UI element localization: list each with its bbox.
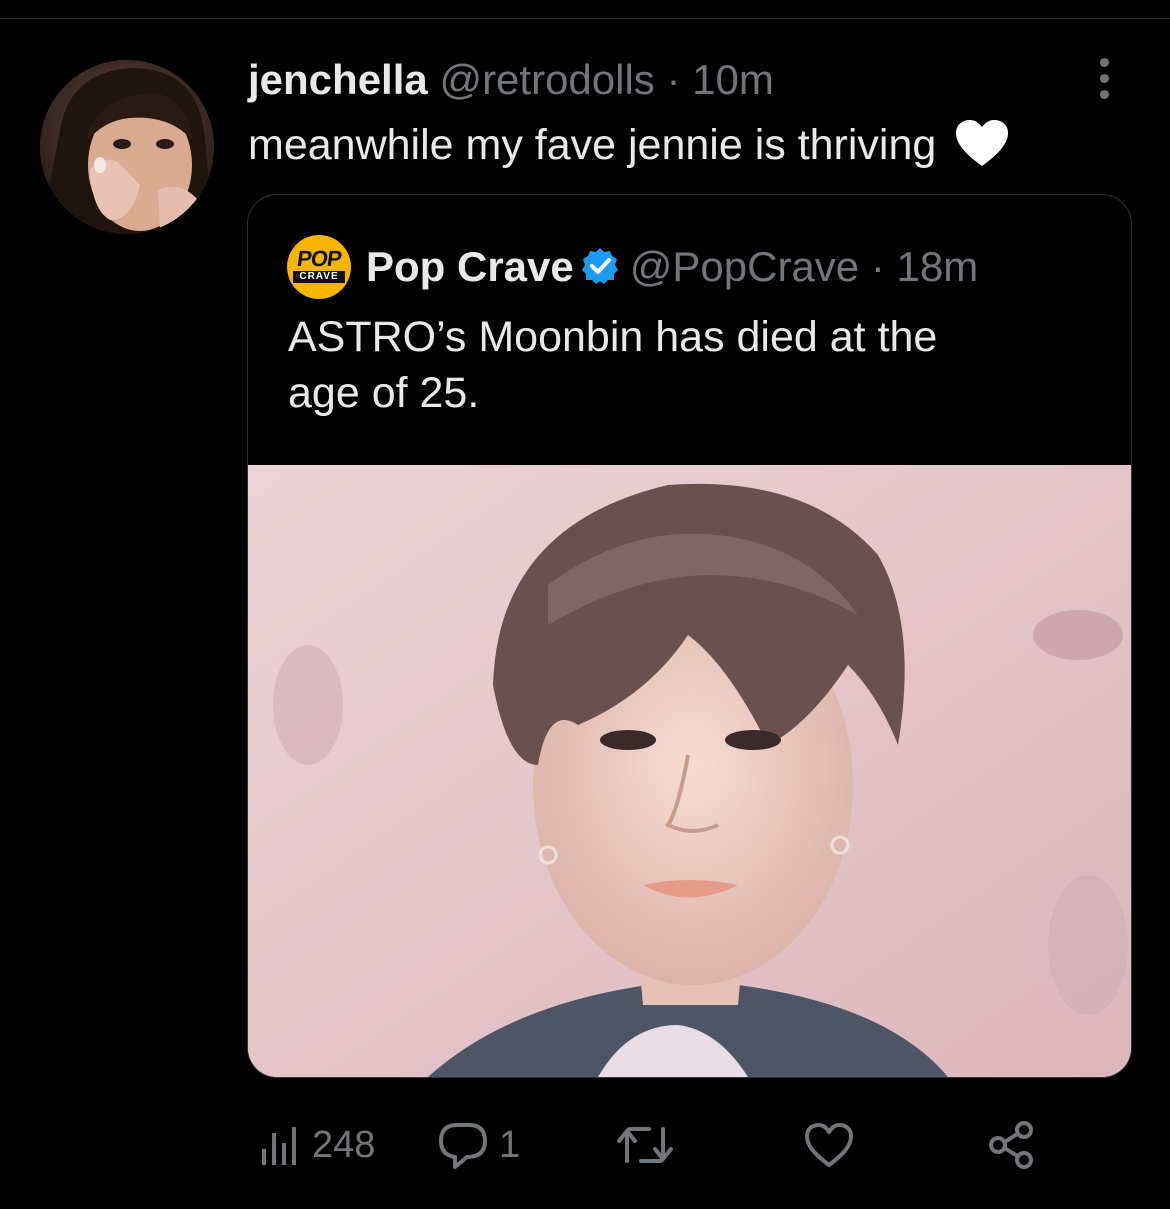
share-nodes-icon	[989, 1121, 1033, 1169]
pop-crave-logo-top: POP	[295, 246, 343, 271]
tweet-timestamp[interactable]: 10m	[692, 56, 774, 103]
more-vertical-icon-dot3	[1100, 90, 1109, 99]
tweet-action-bar: 248 1	[0, 1110, 1170, 1180]
tweet-text: meanwhile my fave jennie is thriving	[248, 115, 1010, 175]
quoted-author-avatar[interactable]: POP CRAVE	[287, 235, 351, 299]
reply-button[interactable]: 1	[437, 1110, 520, 1180]
quoted-tweet-header: Pop Crave @PopCrave · 18m	[366, 239, 978, 295]
views-count: 248	[312, 1123, 376, 1166]
author-handle[interactable]: @retrodolls	[439, 56, 654, 103]
tweet-text-body: meanwhile my fave jennie is thriving	[248, 121, 937, 169]
more-options-button[interactable]	[1082, 52, 1128, 104]
speech-bubble-icon	[439, 1123, 487, 1169]
portrait-photo	[248, 465, 1131, 1077]
share-button[interactable]	[986, 1110, 1038, 1180]
views-button[interactable]: 248	[258, 1110, 375, 1180]
avatar-photo	[40, 60, 214, 234]
author-display-name[interactable]: jenchella	[248, 56, 428, 103]
like-button[interactable]	[803, 1110, 865, 1180]
quoted-tweet-photo[interactable]	[248, 465, 1131, 1077]
pop-crave-logo-bottom: CRAVE	[293, 271, 345, 283]
quoted-text-line-2: age of 25.	[288, 369, 480, 417]
more-vertical-icon	[1100, 58, 1109, 67]
reply-count: 1	[499, 1123, 521, 1166]
top-divider	[0, 18, 1170, 19]
author-avatar[interactable]	[40, 60, 214, 234]
verified-badge-icon	[581, 247, 618, 284]
retweet-icon	[617, 1127, 673, 1163]
quoted-author-handle[interactable]: @PopCrave	[630, 243, 859, 290]
header-separator: ·	[666, 56, 681, 103]
quoted-tweet-text: ASTRO’s Moonbin has died at the age of 2…	[288, 309, 1088, 421]
tweet-header: jenchella @retrodolls · 10m	[248, 52, 774, 108]
quoted-tweet-timestamp[interactable]: 18m	[897, 243, 979, 290]
quoted-author-display-name[interactable]: Pop Crave	[366, 243, 574, 290]
heart-outline-icon	[805, 1123, 853, 1167]
quoted-text-line-1: ASTRO’s Moonbin has died at the	[288, 313, 938, 361]
retweet-button[interactable]	[615, 1110, 685, 1180]
bar-chart-icon	[262, 1127, 296, 1165]
quoted-header-separator: ·	[870, 243, 885, 290]
more-vertical-icon-dot2	[1100, 74, 1109, 83]
quoted-tweet-card[interactable]: POP CRAVE Pop Crave @PopCrave · 18m ASTR…	[247, 194, 1132, 1078]
white-heart-icon	[956, 119, 1009, 166]
